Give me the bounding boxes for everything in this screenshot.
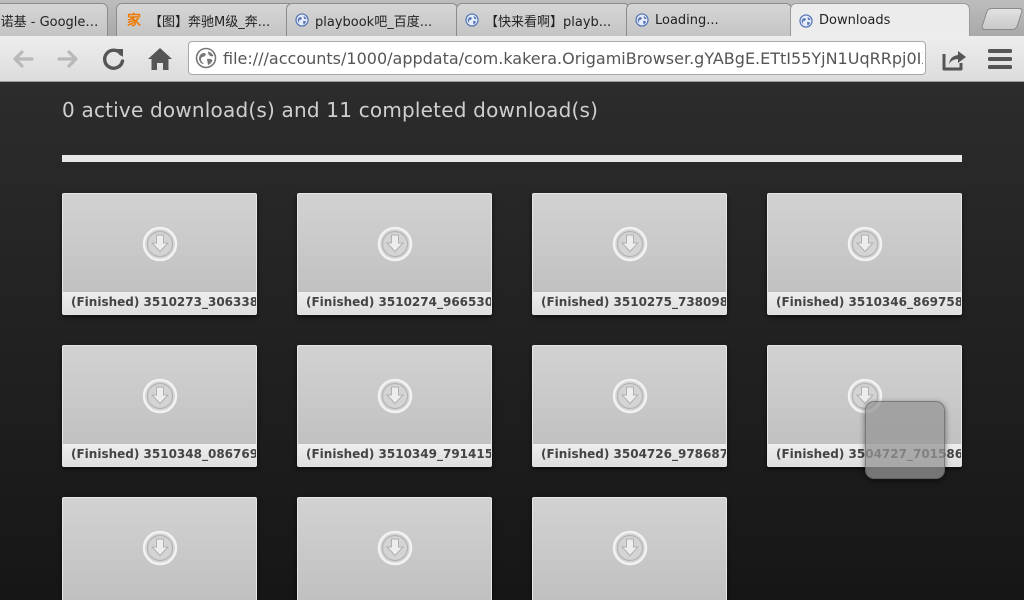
download-item-label: (Finished) 3510349_791415....: [298, 444, 491, 466]
back-arrow-icon: [13, 50, 34, 68]
download-item[interactable]: [62, 497, 257, 600]
menu-button[interactable]: [986, 45, 1014, 73]
globe-icon: [799, 13, 813, 28]
globe-icon: [635, 13, 649, 27]
download-item[interactable]: (Finished) 3510346_869758....: [767, 193, 962, 315]
floating-overlay-button[interactable]: [865, 401, 945, 479]
new-tab-button[interactable]: [980, 8, 1024, 30]
download-item[interactable]: (Finished) 3504726_978687....: [532, 345, 727, 467]
address-bar[interactable]: [188, 41, 926, 75]
download-arrow-icon: [377, 226, 413, 262]
download-item[interactable]: (Finished) 3510348_086769....: [62, 345, 257, 467]
menu-icon: [988, 49, 1012, 69]
reload-button[interactable]: [100, 45, 128, 73]
download-item[interactable]: [297, 497, 492, 600]
share-button[interactable]: [940, 45, 968, 73]
tab-1[interactable]: i诺基 - Google ...: [0, 3, 108, 36]
forward-button[interactable]: [54, 45, 82, 73]
tab-title: 【快来看啊】playb...: [485, 14, 612, 30]
download-arrow-icon: [612, 378, 648, 414]
tab-title: playbook吧_百度...: [315, 14, 433, 30]
download-item-label: (Finished) 3510274_966530....: [298, 292, 491, 314]
tab-5[interactable]: Loading...: [626, 3, 792, 36]
toolbar: [0, 36, 1024, 82]
tab-title: i诺基 - Google ...: [0, 14, 101, 30]
tab-title: Loading...: [655, 12, 719, 28]
url-input[interactable]: [223, 48, 923, 68]
globe-icon: [195, 47, 217, 69]
download-item[interactable]: (Finished) 3510275_738098....: [532, 193, 727, 315]
download-arrow-icon: [142, 378, 178, 414]
download-arrow-icon: [377, 530, 413, 566]
downloads-page: 0 active download(s) and 11 completed do…: [0, 82, 1024, 600]
download-item[interactable]: (Finished) 3510273_306338....: [62, 193, 257, 315]
download-item[interactable]: (Finished) 3510349_791415....: [297, 345, 492, 467]
download-arrow-icon: [612, 530, 648, 566]
download-arrow-icon: [142, 226, 178, 262]
back-button[interactable]: [9, 45, 37, 73]
download-arrow-icon: [612, 226, 648, 262]
tab-title: Downloads: [819, 13, 891, 28]
download-arrow-icon: [377, 378, 413, 414]
download-item-label: (Finished) 3510346_869758....: [768, 292, 961, 314]
tab-3[interactable]: playbook吧_百度...: [286, 3, 458, 36]
download-item-label: (Finished) 3510348_086769....: [63, 444, 256, 466]
tab-6[interactable]: Downloads: [790, 3, 970, 36]
home-button[interactable]: [146, 45, 174, 73]
globe-icon: [295, 13, 309, 27]
share-icon: [942, 51, 966, 71]
tab-title: 【图】奔驰M级_奔...: [149, 14, 271, 30]
home-icon: [148, 48, 172, 70]
tab-4[interactable]: 【快来看啊】playb...: [456, 3, 630, 36]
download-item[interactable]: [532, 497, 727, 600]
download-arrow-icon: [142, 530, 178, 566]
download-item-label: (Finished) 3504726_978687....: [533, 444, 726, 466]
forward-arrow-icon: [57, 50, 78, 68]
reload-icon: [102, 48, 125, 70]
site-favicon-icon: 家: [127, 13, 141, 29]
downloads-summary: 0 active download(s) and 11 completed do…: [62, 98, 599, 122]
download-item-label: (Finished) 3510273_306338....: [63, 292, 256, 314]
download-item[interactable]: (Finished) 3510274_966530....: [297, 193, 492, 315]
tab-2[interactable]: 家【图】奔驰M级_奔...: [116, 3, 294, 36]
progress-divider: [62, 155, 962, 162]
tab-strip: i诺基 - Google ... 家【图】奔驰M级_奔... playbook吧_百…: [0, 0, 1024, 36]
download-item-label: (Finished) 3510275_738098....: [533, 292, 726, 314]
globe-icon: [465, 13, 479, 27]
download-arrow-icon: [847, 226, 883, 262]
